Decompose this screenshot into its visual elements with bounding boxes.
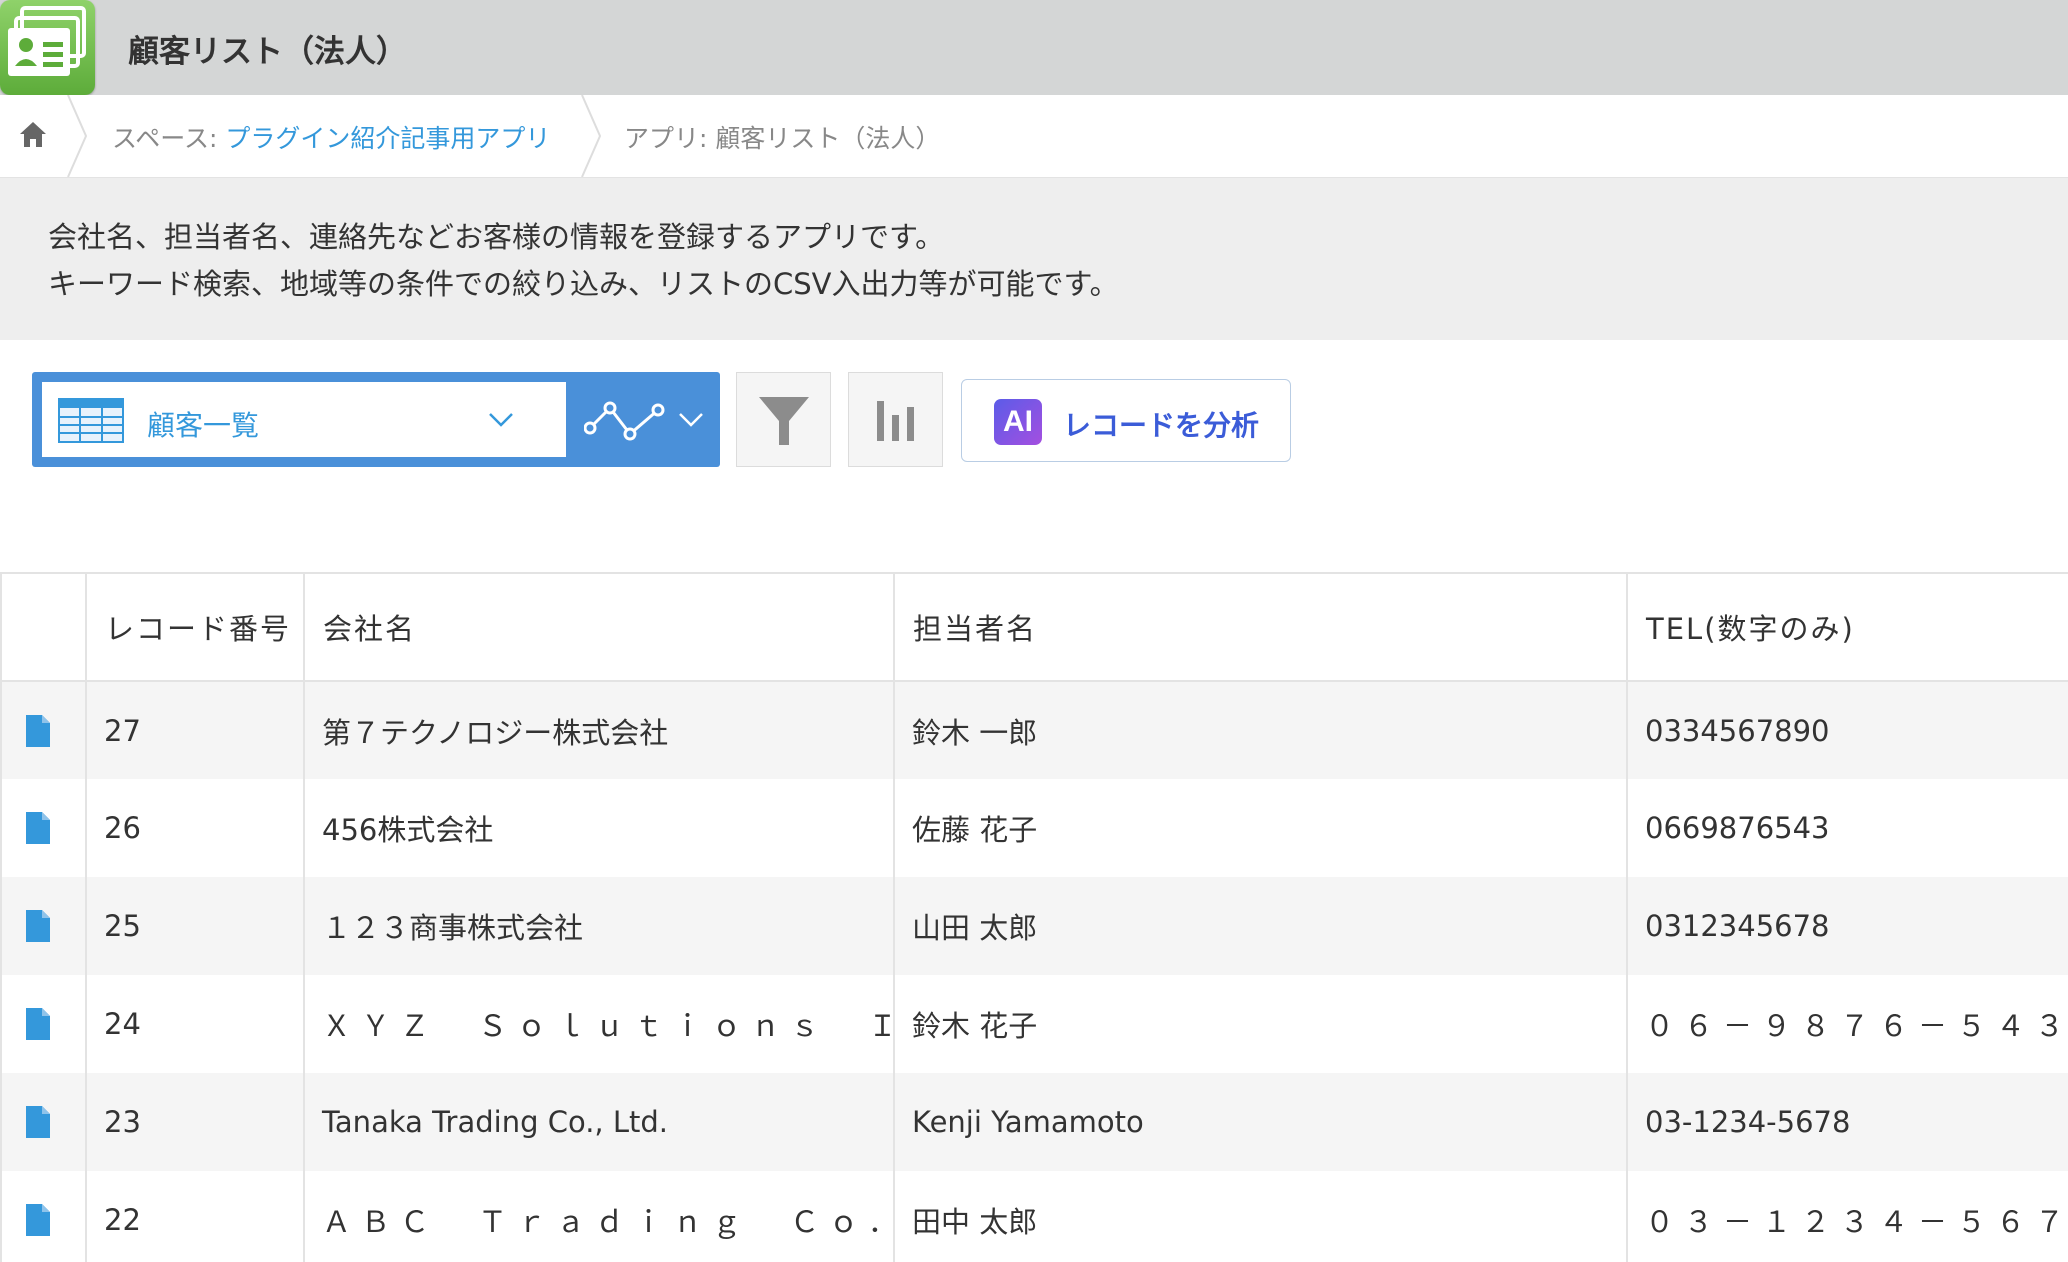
bar-chart-icon	[877, 401, 914, 441]
description-line: キーワード検索、地域等の条件での絞り込み、リストのCSV入出力等が可能です。	[48, 267, 1119, 301]
company-cell: Tanaka Trading Co., Ltd.	[304, 1073, 895, 1171]
record-table: レコード番号 会社名 担当者名 TEL(数字のみ) 27 第７テクノロジー株式会…	[0, 572, 2068, 1262]
record-detail-cell[interactable]	[0, 877, 87, 975]
breadcrumb-space: スペース: プラグイン紹介記事用アプリ	[112, 119, 550, 155]
customer-list-app-icon	[0, 0, 95, 95]
record-detail-cell[interactable]	[0, 779, 87, 877]
company-cell: １２３商事株式会社	[304, 877, 895, 975]
header-record-number[interactable]: レコード番号	[86, 572, 305, 682]
record-number-cell: 26	[86, 779, 305, 877]
breadcrumb: スペース: プラグイン紹介記事用アプリ アプリ: 顧客リスト（法人）	[0, 95, 2068, 178]
table-row[interactable]: 24 ＸＹＺ Ｓｏｌｕｔｉｏｎｓ Ｉｎｃ． 鈴木 花子 ０６－９８７６－５４３２	[0, 975, 2068, 1073]
person-cell: 佐藤 花子	[894, 779, 1628, 877]
table-row[interactable]: 23 Tanaka Trading Co., Ltd. Kenji Yamamo…	[0, 1073, 2068, 1171]
record-number-cell: 25	[86, 877, 305, 975]
view-select-dropdown[interactable]: 顧客一覧	[42, 382, 566, 457]
breadcrumb-app-name: 顧客リスト（法人）	[715, 124, 941, 153]
record-detail-cell[interactable]	[0, 975, 87, 1073]
breadcrumb-separator-icon	[67, 95, 88, 177]
breadcrumb-app: アプリ: 顧客リスト（法人）	[624, 119, 940, 155]
chevron-down-icon	[489, 413, 513, 427]
table-row[interactable]: 22 ＡＢＣ Ｔｒａｄｉｎｇ Ｃｏ． 田中 太郎 ０３－１２３４－５６７８	[0, 1171, 2068, 1262]
header-person[interactable]: 担当者名	[894, 572, 1628, 682]
home-icon[interactable]	[18, 119, 48, 153]
document-icon[interactable]	[26, 1008, 50, 1040]
ai-icon: AI	[994, 399, 1042, 445]
tel-cell: ０３－１２３４－５６７８	[1627, 1171, 2068, 1262]
filter-button[interactable]	[736, 372, 831, 467]
company-cell: ＸＹＺ Ｓｏｌｕｔｉｏｎｓ Ｉｎｃ．	[304, 975, 895, 1073]
person-cell: 鈴木 一郎	[894, 681, 1628, 779]
app-title: 顧客リスト（法人）	[128, 34, 407, 70]
company-cell: 第７テクノロジー株式会社	[304, 681, 895, 779]
tel-cell: ０６－９８７６－５４３２	[1627, 975, 2068, 1073]
description-line: 会社名、担当者名、連絡先などお客様の情報を登録するアプリです。	[48, 220, 945, 254]
breadcrumb-space-prefix: スペース:	[112, 124, 226, 153]
filter-icon	[759, 397, 809, 445]
record-number-cell: 24	[86, 975, 305, 1073]
person-cell: 田中 太郎	[894, 1171, 1628, 1262]
record-detail-cell[interactable]	[0, 1073, 87, 1171]
document-icon[interactable]	[26, 812, 50, 844]
person-cell: 山田 太郎	[894, 877, 1628, 975]
graph-menu-button[interactable]	[566, 372, 720, 467]
document-icon[interactable]	[26, 1204, 50, 1236]
document-icon[interactable]	[26, 714, 50, 747]
breadcrumb-app-prefix: アプリ:	[624, 124, 716, 153]
breadcrumb-space-link[interactable]: プラグイン紹介記事用アプリ	[225, 124, 550, 153]
chevron-down-icon	[679, 413, 703, 427]
ai-analyze-button[interactable]: AI レコードを分析	[961, 379, 1291, 462]
company-cell: ＡＢＣ Ｔｒａｄｉｎｇ Ｃｏ．	[304, 1171, 895, 1262]
company-cell: 456株式会社	[304, 779, 895, 877]
view-selector-group: 顧客一覧	[32, 372, 720, 467]
header-tel[interactable]: TEL(数字のみ)	[1627, 572, 2068, 682]
tel-cell: 0312345678	[1627, 877, 2068, 975]
breadcrumb-separator-icon	[581, 95, 602, 177]
person-cell: Kenji Yamamoto	[894, 1073, 1628, 1171]
table-view-icon	[58, 398, 124, 443]
header-company[interactable]: 会社名	[304, 572, 895, 682]
record-detail-cell[interactable]	[0, 1171, 87, 1262]
tel-cell: 0669876543	[1627, 779, 2068, 877]
tel-cell: 0334567890	[1627, 681, 2068, 779]
table-row[interactable]: 26 456株式会社 佐藤 花子 0669876543	[0, 779, 2068, 877]
line-graph-icon	[584, 401, 665, 441]
tel-cell: 03-1234-5678	[1627, 1073, 2068, 1171]
record-number-cell: 22	[86, 1171, 305, 1262]
graph-button[interactable]	[848, 372, 943, 467]
app-description: 会社名、担当者名、連絡先などお客様の情報を登録するアプリです。 キーワード検索、…	[0, 178, 2068, 340]
table-row[interactable]: 27 第７テクノロジー株式会社 鈴木 一郎 0334567890	[0, 681, 2068, 779]
ai-analyze-label: レコードを分析	[1063, 409, 1260, 442]
person-cell: 鈴木 花子	[894, 975, 1628, 1073]
header-icon-column	[0, 572, 87, 682]
document-icon[interactable]	[26, 910, 50, 942]
record-detail-cell[interactable]	[0, 681, 87, 779]
table-row[interactable]: 25 １２３商事株式会社 山田 太郎 0312345678	[0, 877, 2068, 975]
record-number-cell: 23	[86, 1073, 305, 1171]
view-name: 顧客一覧	[147, 409, 260, 442]
record-list: レコード番号 会社名 担当者名 TEL(数字のみ) 27 第７テクノロジー株式会…	[0, 572, 2068, 1262]
record-number-cell: 27	[86, 681, 305, 779]
document-icon[interactable]	[26, 1106, 50, 1138]
app-header: 顧客リスト（法人）	[0, 0, 2068, 95]
table-header-row: レコード番号 会社名 担当者名 TEL(数字のみ)	[0, 572, 2068, 682]
